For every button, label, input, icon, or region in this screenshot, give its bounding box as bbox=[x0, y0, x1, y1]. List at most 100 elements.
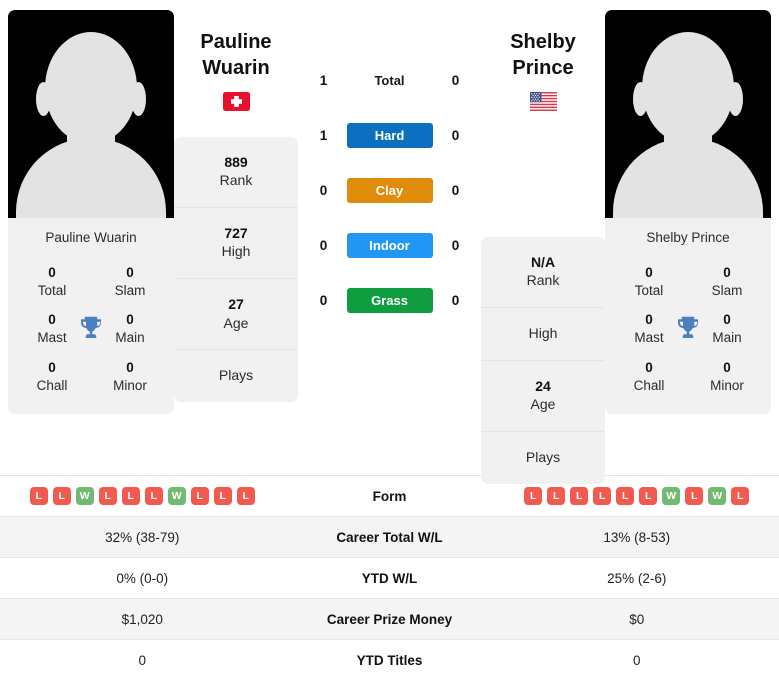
titles-row: 0 Chall 0 Minor bbox=[14, 353, 168, 400]
stat-label: Main bbox=[115, 330, 145, 346]
stat-value: 0 bbox=[645, 359, 653, 375]
player-comparison-page: Pauline Wuarin 0 Total 0 Slam 0 Mast 0 M… bbox=[0, 0, 779, 699]
form-badge-l: L bbox=[524, 487, 543, 505]
stat-value: 0 bbox=[48, 312, 56, 328]
right-score-total: 0 bbox=[451, 73, 460, 88]
right-player-photo-card[interactable]: Shelby Prince 0 Total 0 Slam 0 Mast 0 Ma… bbox=[605, 10, 771, 415]
form-badge-w: W bbox=[75, 487, 94, 505]
age-label: Age bbox=[530, 396, 556, 413]
plays-label: Plays bbox=[525, 449, 561, 466]
form-badge-l: L bbox=[570, 487, 589, 505]
plays-cell: Plays bbox=[174, 350, 298, 402]
high-label: High bbox=[528, 325, 558, 342]
stat-value: 0 bbox=[48, 359, 56, 375]
stat-label: Mast bbox=[634, 330, 664, 346]
form-badge-l: L bbox=[144, 487, 163, 505]
row-label-ytd-wl: YTD W/L bbox=[361, 570, 418, 586]
title-stat-minor: 0 Minor bbox=[106, 360, 154, 394]
surface-row-hard: 1 Hard 0 bbox=[298, 123, 481, 148]
form-badge-l: L bbox=[593, 487, 612, 505]
form-badge-l: L bbox=[190, 487, 209, 505]
row-label-ytd-titles: YTD Titles bbox=[356, 652, 423, 668]
title-stat-total: 0 Total bbox=[28, 265, 76, 299]
form-badge-l: L bbox=[29, 487, 48, 505]
left-player-titles-grid: 0 Total 0 Slam 0 Mast 0 Main 0 Chall 0 M… bbox=[8, 258, 174, 415]
titles-row: 0 Chall 0 Minor bbox=[611, 353, 765, 400]
table-row-career-total-wl: 32% (38-79) Career Total W/L 13% (8-53) bbox=[0, 516, 779, 557]
avatar-ear-left-icon bbox=[36, 82, 51, 116]
table-row-ytd-titles: 0 YTD Titles 0 bbox=[0, 639, 779, 680]
last-name: Prince bbox=[512, 56, 574, 79]
right-career-total-wl: 13% (8-53) bbox=[603, 529, 671, 545]
form-badge-l: L bbox=[547, 487, 566, 505]
form-badge-l: L bbox=[616, 487, 635, 505]
surface-row-total: 1 Total 0 bbox=[298, 68, 481, 93]
stat-value: 0 bbox=[723, 312, 731, 328]
form-badge-w: W bbox=[708, 487, 727, 505]
stat-label: Chall bbox=[633, 377, 665, 393]
right-player-info-column: Shelby Prince N/A Rank High 24 Age Plays bbox=[481, 10, 605, 485]
stat-value: 0 bbox=[48, 265, 56, 280]
flag-usa-icon bbox=[529, 92, 557, 116]
title-stat-main: 0 Main bbox=[106, 312, 154, 346]
title-stat-mast: 0 Mast bbox=[28, 312, 76, 346]
left-player-photo-card[interactable]: Pauline Wuarin 0 Total 0 Slam 0 Mast 0 M… bbox=[8, 10, 174, 415]
stat-value: 0 bbox=[645, 265, 653, 280]
stat-label: Total bbox=[37, 282, 67, 298]
surface-row-clay: 0 Clay 0 bbox=[298, 178, 481, 203]
left-score-hard: 1 bbox=[319, 128, 328, 143]
first-name: Shelby bbox=[510, 31, 576, 53]
stat-label: Minor bbox=[710, 377, 744, 393]
avatar-ear-left-icon bbox=[633, 82, 648, 116]
age-cell: 27 Age bbox=[174, 279, 298, 351]
left-player-name: Pauline Wuarin bbox=[174, 30, 298, 81]
form-badge-l: L bbox=[52, 487, 71, 505]
surface-badge-grass[interactable]: Grass bbox=[346, 288, 433, 313]
title-stat-minor: 0 Minor bbox=[703, 360, 751, 394]
surface-badge-indoor[interactable]: Indoor bbox=[346, 233, 433, 258]
right-score-indoor: 0 bbox=[451, 238, 460, 253]
form-badge-l: L bbox=[98, 487, 117, 505]
title-stat-mast: 0 Mast bbox=[625, 312, 673, 346]
avatar-body-icon bbox=[613, 138, 763, 218]
rank-value: 889 bbox=[224, 154, 248, 171]
right-player-rank-card: N/A Rank High 24 Age Plays bbox=[481, 237, 605, 485]
row-label-form: Form bbox=[372, 488, 407, 504]
right-score-grass: 0 bbox=[451, 293, 460, 308]
stat-value: 0 bbox=[645, 312, 653, 328]
right-ytd-wl: 25% (2-6) bbox=[607, 570, 667, 586]
title-stat-slam: 0 Slam bbox=[703, 265, 751, 299]
high-label: High bbox=[221, 243, 251, 260]
right-player-photo bbox=[605, 10, 771, 218]
left-form-cell: LLWLLLWLLL bbox=[0, 487, 285, 505]
left-score-grass: 0 bbox=[319, 293, 328, 308]
stat-value: 0 bbox=[126, 359, 134, 375]
rank-value: N/A bbox=[530, 254, 556, 271]
form-badge-l: L bbox=[685, 487, 704, 505]
form-badge-w: W bbox=[662, 487, 681, 505]
form-badge-w: W bbox=[167, 487, 186, 505]
stat-label: Main bbox=[712, 330, 742, 346]
surface-badge-clay[interactable]: Clay bbox=[346, 178, 433, 203]
right-player-flag-wrap bbox=[481, 92, 605, 116]
title-stat-main: 0 Main bbox=[703, 312, 751, 346]
trophy-icon bbox=[76, 313, 106, 343]
form-badge-l: L bbox=[121, 487, 140, 505]
stat-value: 0 bbox=[723, 359, 731, 375]
form-badge-l: L bbox=[731, 487, 750, 505]
right-score-clay: 0 bbox=[451, 183, 460, 198]
plays-label: Plays bbox=[218, 367, 254, 384]
stats-comparison-table: LLWLLLWLLL Form LLLLLLWLWL 32% (38-79) C… bbox=[0, 475, 779, 680]
rank-label: Rank bbox=[526, 272, 560, 289]
surface-row-grass: 0 Grass 0 bbox=[298, 288, 481, 313]
left-career-total-wl: 32% (38-79) bbox=[105, 529, 180, 545]
surface-badge-hard[interactable]: Hard bbox=[346, 123, 433, 148]
left-score-total: 1 bbox=[319, 73, 328, 88]
age-value: 27 bbox=[228, 296, 244, 313]
stat-label: Slam bbox=[114, 282, 146, 298]
left-ytd-titles: 0 bbox=[138, 652, 146, 668]
table-row-career-prize-money: $1,020 Career Prize Money $0 bbox=[0, 598, 779, 639]
stat-value: 0 bbox=[723, 265, 731, 280]
avatar-ear-right-icon bbox=[728, 82, 743, 116]
comparison-header: Pauline Wuarin 0 Total 0 Slam 0 Mast 0 M… bbox=[0, 0, 779, 485]
